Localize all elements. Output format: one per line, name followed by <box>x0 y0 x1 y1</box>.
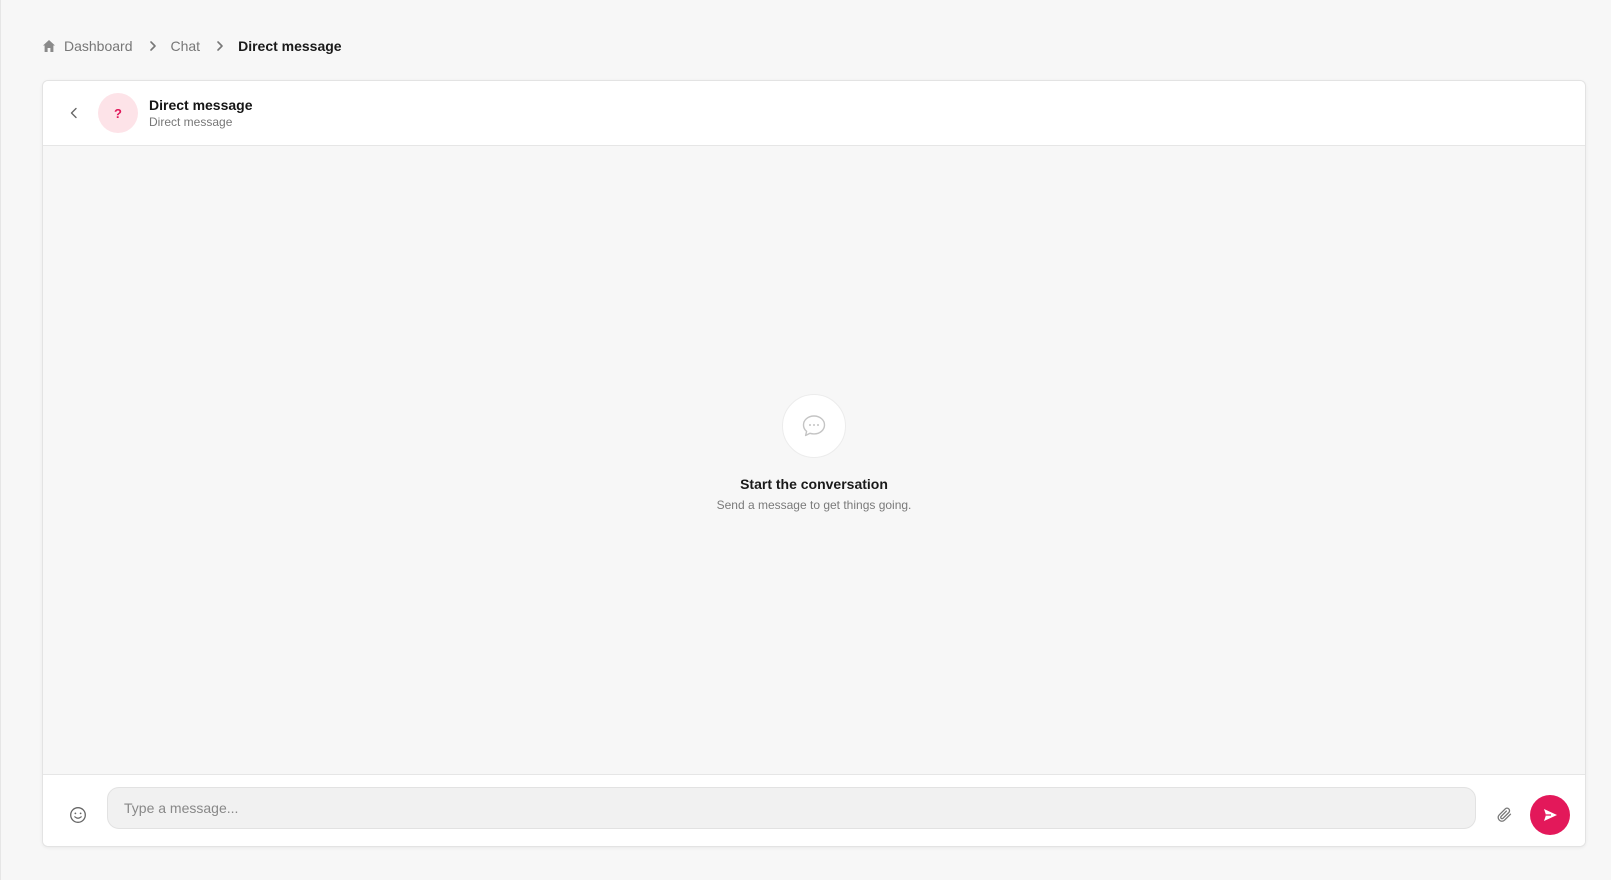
message-list[interactable]: Start the conversation Send a message to… <box>43 146 1585 776</box>
message-input[interactable] <box>107 787 1476 829</box>
attach-button[interactable] <box>1494 804 1516 826</box>
breadcrumb-label: Dashboard <box>64 38 133 54</box>
empty-state-title: Start the conversation <box>740 476 888 492</box>
chat-panel: ? Direct message Direct message Start th… <box>42 80 1586 847</box>
chat-bubble-icon <box>782 394 846 458</box>
chevron-right-icon <box>213 39 227 53</box>
message-composer <box>43 774 1585 846</box>
empty-state-subtitle: Send a message to get things going. <box>716 498 912 512</box>
conversation-title: Direct message <box>149 97 253 113</box>
avatar: ? <box>98 93 138 133</box>
send-button[interactable] <box>1530 795 1570 835</box>
chevron-right-icon <box>146 39 160 53</box>
smiley-icon <box>70 807 86 823</box>
breadcrumb-chat[interactable]: Chat <box>171 38 201 54</box>
breadcrumb-label: Direct message <box>238 38 342 54</box>
conversation-info: Direct message Direct message <box>149 96 253 130</box>
empty-state: Start the conversation Send a message to… <box>43 394 1585 512</box>
back-button[interactable] <box>63 102 85 124</box>
send-icon <box>1544 809 1557 821</box>
conversation-subtitle: Direct message <box>149 115 233 129</box>
breadcrumb-current: Direct message <box>238 38 342 54</box>
breadcrumb-label: Chat <box>170 38 201 54</box>
breadcrumb-dashboard[interactable]: Dashboard <box>42 38 133 54</box>
chevron-left-icon <box>70 107 77 119</box>
emoji-button[interactable] <box>67 804 89 826</box>
home-icon <box>42 39 56 53</box>
page: Dashboard Chat Direct message ? Direct m… <box>0 0 1611 880</box>
paperclip-icon <box>1497 807 1512 822</box>
breadcrumb: Dashboard Chat Direct message <box>42 36 342 56</box>
chat-header: ? Direct message Direct message <box>43 81 1585 146</box>
